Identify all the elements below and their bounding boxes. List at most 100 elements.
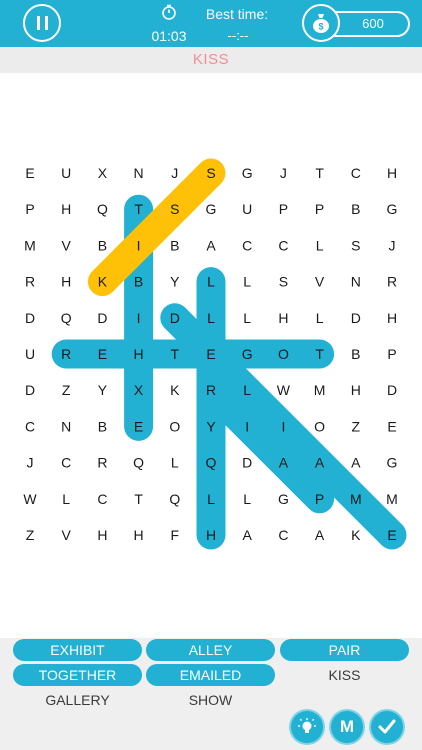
grid-cell[interactable]: R <box>206 382 216 398</box>
grid-cell[interactable]: Z <box>352 418 361 434</box>
grid-cell[interactable]: P <box>387 346 396 362</box>
grid-cell[interactable]: V <box>62 237 72 253</box>
grid-cell[interactable]: B <box>98 418 107 434</box>
grid-cell[interactable]: A <box>243 527 253 543</box>
pause-button[interactable] <box>23 4 61 42</box>
grid-cell[interactable]: E <box>387 527 396 543</box>
grid-cell[interactable]: T <box>315 346 324 362</box>
grid-cell[interactable]: K <box>351 527 361 543</box>
grid-cell[interactable]: H <box>61 274 71 290</box>
grid-cell[interactable]: B <box>134 274 143 290</box>
grid-cell[interactable]: L <box>243 274 251 290</box>
grid-cell[interactable]: Y <box>170 274 180 290</box>
grid-cell[interactable]: A <box>315 455 325 471</box>
grid-cell[interactable]: O <box>169 418 180 434</box>
grid-cell[interactable]: E <box>206 346 215 362</box>
grid-cell[interactable]: H <box>387 165 397 181</box>
grid-cell[interactable]: A <box>315 527 325 543</box>
grid-cell[interactable]: W <box>277 382 291 398</box>
grid-cell[interactable]: C <box>242 237 252 253</box>
grid-cell[interactable]: I <box>281 418 285 434</box>
grid-cell[interactable]: P <box>315 491 324 507</box>
grid-cell[interactable]: S <box>351 237 360 253</box>
grid-cell[interactable]: Q <box>61 310 72 326</box>
grid-cell[interactable]: P <box>25 201 34 217</box>
grid-cell[interactable]: M <box>386 491 398 507</box>
grid-cell[interactable]: B <box>98 237 107 253</box>
grid-cell[interactable]: B <box>351 201 360 217</box>
grid-cell[interactable]: H <box>61 201 71 217</box>
grid-cell[interactable]: I <box>245 418 249 434</box>
grid-cell[interactable]: D <box>170 310 180 326</box>
letter-grid[interactable]: E U X N J S G J T C H P H Q T S G U P P B G M V B I B A C C L S J R H K B Y L L… <box>0 73 422 638</box>
grid-cell[interactable]: H <box>206 527 216 543</box>
grid-cell[interactable]: L <box>62 491 70 507</box>
money-bag-button[interactable]: $ <box>302 4 340 42</box>
grid-cell[interactable]: T <box>171 346 180 362</box>
grid-cell[interactable]: G <box>242 346 253 362</box>
grid-cell[interactable]: M <box>24 237 36 253</box>
grid-cell[interactable]: W <box>23 491 37 507</box>
grid-cell[interactable]: G <box>242 165 253 181</box>
grid-cell[interactable]: C <box>351 165 361 181</box>
grid-cell[interactable]: U <box>242 201 252 217</box>
grid-cell[interactable]: L <box>207 310 215 326</box>
grid-cell[interactable]: L <box>243 310 251 326</box>
grid-cell[interactable]: G <box>387 201 398 217</box>
grid-cell[interactable]: J <box>171 165 178 181</box>
grid-cell[interactable]: D <box>242 455 252 471</box>
grid-cell[interactable]: K <box>98 274 108 290</box>
grid-cell[interactable]: U <box>25 346 35 362</box>
hint-button[interactable] <box>291 711 323 743</box>
grid-cell[interactable]: L <box>316 237 324 253</box>
grid-cell[interactable]: C <box>278 237 288 253</box>
grid-cell[interactable]: V <box>315 274 325 290</box>
grid-cell[interactable]: H <box>351 382 361 398</box>
grid-cell[interactable]: E <box>98 346 107 362</box>
grid-cell[interactable]: S <box>206 165 215 181</box>
grid-cell[interactable]: J <box>27 455 34 471</box>
grid-cell[interactable]: A <box>206 237 216 253</box>
grid-cell[interactable]: O <box>278 346 289 362</box>
grid-cell[interactable]: Q <box>97 201 108 217</box>
grid-cell[interactable]: C <box>278 527 288 543</box>
grid-cell[interactable]: V <box>62 527 72 543</box>
grid-cell[interactable]: Y <box>206 418 216 434</box>
grid-cell[interactable]: H <box>134 527 144 543</box>
m-button[interactable]: M <box>331 711 363 743</box>
grid-cell[interactable]: R <box>387 274 397 290</box>
grid-cell[interactable]: T <box>134 491 143 507</box>
check-button[interactable] <box>371 711 403 743</box>
grid-cell[interactable]: X <box>98 165 108 181</box>
grid-cell[interactable]: H <box>387 310 397 326</box>
grid-cell[interactable]: R <box>97 455 107 471</box>
grid-cell[interactable]: A <box>279 455 289 471</box>
grid-cell[interactable]: H <box>134 346 144 362</box>
grid-cell[interactable]: T <box>134 201 143 217</box>
grid-cell[interactable]: B <box>351 346 360 362</box>
grid-cell[interactable]: A <box>351 455 361 471</box>
grid-cell[interactable]: P <box>279 201 288 217</box>
grid-cell[interactable]: D <box>97 310 107 326</box>
grid-cell[interactable]: O <box>314 418 325 434</box>
grid-cell[interactable]: Q <box>133 455 144 471</box>
grid-cell[interactable]: L <box>243 382 251 398</box>
grid-cell[interactable]: C <box>61 455 71 471</box>
grid-cell[interactable]: J <box>280 165 287 181</box>
grid-cell[interactable]: Q <box>169 491 180 507</box>
grid-cell[interactable]: Z <box>62 382 71 398</box>
grid-cell[interactable]: L <box>243 491 251 507</box>
grid-cell[interactable]: D <box>25 310 35 326</box>
grid-cell[interactable]: R <box>25 274 35 290</box>
grid-cell[interactable]: H <box>97 527 107 543</box>
grid-cell[interactable]: T <box>315 165 324 181</box>
grid-cell[interactable]: L <box>171 455 179 471</box>
grid-cell[interactable]: G <box>387 455 398 471</box>
grid-cell[interactable]: X <box>134 382 144 398</box>
grid-cell[interactable]: L <box>316 310 324 326</box>
grid-cell[interactable]: E <box>25 165 34 181</box>
grid-cell[interactable]: G <box>206 201 217 217</box>
grid-cell[interactable]: B <box>170 237 179 253</box>
grid-cell[interactable]: C <box>97 491 107 507</box>
grid-cell[interactable]: R <box>61 346 71 362</box>
